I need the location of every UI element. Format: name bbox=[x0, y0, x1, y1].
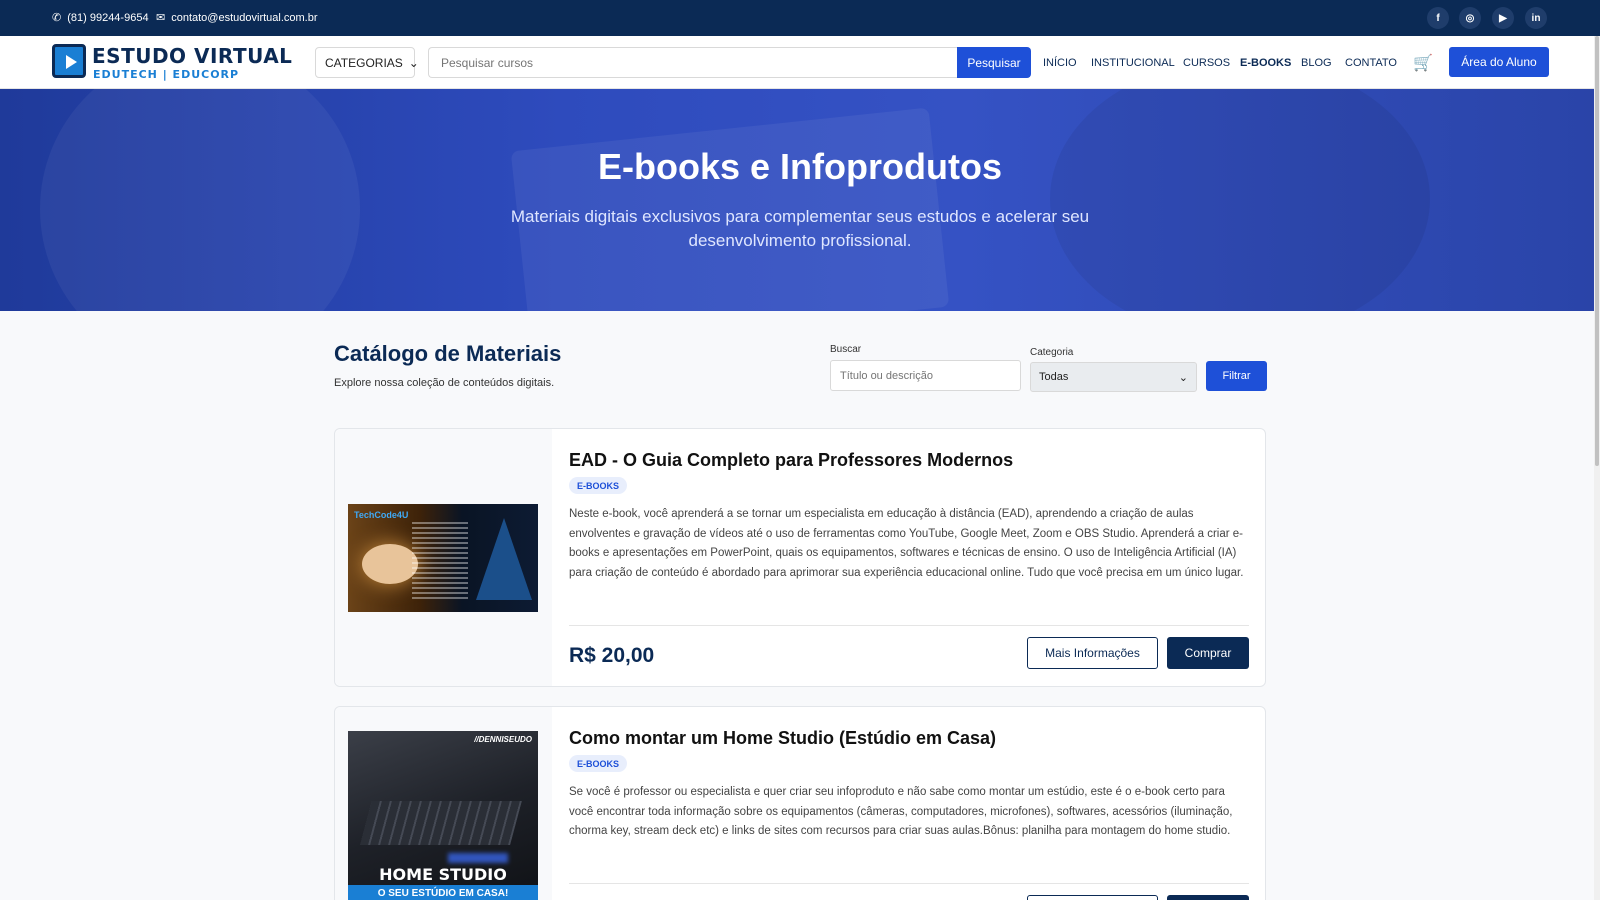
product-description: Se você é professor ou especialista e qu… bbox=[569, 786, 1233, 837]
nativity-image bbox=[362, 544, 418, 584]
hero-bg-shape bbox=[40, 89, 360, 311]
scrollbar-thumb[interactable] bbox=[1595, 36, 1599, 466]
facebook-icon[interactable]: f bbox=[1427, 7, 1449, 29]
catalog-subtitle: Explore nossa coleção de conteúdos digit… bbox=[334, 377, 555, 389]
cart-icon[interactable]: 🛒 bbox=[1413, 53, 1433, 73]
card-divider bbox=[569, 883, 1249, 884]
category-filter-label: Categoria bbox=[1030, 347, 1074, 358]
catalog-title: Catálogo de Materiais bbox=[334, 341, 562, 366]
play-logo-icon bbox=[52, 44, 86, 78]
product-card: TechCode4U EAD - O Guia Completo para Pr… bbox=[334, 428, 1266, 687]
search-button[interactable]: Pesquisar bbox=[957, 47, 1031, 78]
buy-button[interactable]: Comprar bbox=[1167, 637, 1249, 669]
nav-inicio[interactable]: INÍCIO bbox=[1043, 57, 1077, 69]
hero-title: E-books e Infoprodutos bbox=[598, 146, 1002, 187]
search-filter-label: Buscar bbox=[830, 344, 862, 355]
buy-button[interactable] bbox=[1167, 895, 1249, 900]
christmas-tree-image bbox=[476, 518, 532, 600]
product-price: R$ 20,00 bbox=[569, 644, 655, 667]
product-thumbnail-area: TechCode4U bbox=[335, 429, 552, 686]
thumbnail-title: HOME STUDIO bbox=[379, 865, 507, 884]
hero-bg-shape bbox=[1050, 89, 1430, 311]
product-thumbnail-area: //DENNISEUDO HOME STUDIO O SEU ESTÚDIO E… bbox=[335, 707, 552, 900]
phone-contact[interactable]: ✆ (81) 99244-9654 bbox=[52, 11, 149, 25]
linkedin-icon[interactable]: in bbox=[1525, 7, 1547, 29]
filter-button[interactable]: Filtrar bbox=[1206, 361, 1267, 391]
more-info-button[interactable]: Mais Informações bbox=[1027, 637, 1158, 669]
chevron-down-icon: ⌄ bbox=[1178, 371, 1188, 384]
category-badge: E-BOOKS bbox=[569, 477, 628, 494]
logo-tagline: EDUTECH | EDUCORP bbox=[93, 68, 240, 81]
more-info-button[interactable] bbox=[1027, 895, 1158, 900]
keyboard-image bbox=[360, 801, 522, 845]
page-scrollbar[interactable] bbox=[1594, 36, 1600, 900]
nav-institucional[interactable]: INSTITUCIONAL bbox=[1091, 57, 1175, 69]
category-select-value: Todas bbox=[1039, 371, 1069, 383]
product-title[interactable]: EAD - O Guia Completo para Professores M… bbox=[569, 450, 1013, 471]
phone-text: (81) 99244-9654 bbox=[67, 11, 149, 24]
email-contact[interactable]: ✉ contato@estudovirtual.com.br bbox=[156, 11, 318, 25]
course-search-input[interactable] bbox=[428, 47, 958, 78]
catalog-search-input[interactable] bbox=[830, 360, 1021, 391]
product-description: Neste e-book, você aprenderá a se tornar… bbox=[569, 508, 1244, 579]
category-select[interactable]: Todas ⌄ bbox=[1030, 362, 1197, 392]
product-thumbnail[interactable]: TechCode4U bbox=[348, 504, 538, 612]
site-logo[interactable]: ESTUDO VIRTUAL EDUTECH | EDUCORP bbox=[52, 44, 304, 82]
thumbnail-strip: O SEU ESTÚDIO EM CASA! bbox=[348, 885, 538, 900]
email-text: contato@estudovirtual.com.br bbox=[171, 11, 318, 24]
keyboard-glow bbox=[448, 853, 508, 863]
nav-cursos[interactable]: CURSOS bbox=[1183, 57, 1230, 69]
thumbnail-brand: TechCode4U bbox=[354, 510, 409, 520]
youtube-icon[interactable]: ▶ bbox=[1492, 7, 1514, 29]
envelope-icon: ✉ bbox=[156, 12, 166, 24]
main-header: ESTUDO VIRTUAL EDUTECH | EDUCORP CATEGOR… bbox=[0, 36, 1600, 89]
hero-subtitle: Materiais digitais exclusivos para compl… bbox=[510, 207, 1090, 250]
instagram-icon[interactable]: ◎ bbox=[1459, 7, 1481, 29]
top-contact-bar: ✆ (81) 99244-9654 ✉ contato@estudovirtua… bbox=[0, 0, 1600, 36]
hero-banner: E-books e Infoprodutos Materiais digitai… bbox=[0, 89, 1600, 311]
category-badge: E-BOOKS bbox=[569, 755, 628, 772]
phone-icon: ✆ bbox=[52, 12, 62, 24]
product-title[interactable]: Como montar um Home Studio (Estúdio em C… bbox=[569, 728, 996, 749]
product-thumbnail[interactable]: //DENNISEUDO HOME STUDIO O SEU ESTÚDIO E… bbox=[348, 731, 538, 900]
categories-label: CATEGORIAS bbox=[325, 55, 403, 70]
nav-blog[interactable]: BLOG bbox=[1301, 57, 1332, 69]
card-divider bbox=[569, 625, 1249, 626]
product-card: //DENNISEUDO HOME STUDIO O SEU ESTÚDIO E… bbox=[334, 706, 1266, 900]
logo-name: ESTUDO VIRTUAL bbox=[92, 44, 293, 68]
thumbnail-text-block bbox=[412, 522, 468, 602]
categories-dropdown[interactable]: CATEGORIAS ⌄ bbox=[315, 47, 419, 78]
nav-contato[interactable]: CONTATO bbox=[1345, 57, 1397, 69]
chevron-down-icon: ⌄ bbox=[408, 55, 419, 70]
thumbnail-brand: //DENNISEUDO bbox=[474, 735, 532, 744]
student-area-button[interactable]: Área do Aluno bbox=[1449, 47, 1549, 77]
nav-ebooks[interactable]: E-BOOKS bbox=[1240, 57, 1291, 69]
